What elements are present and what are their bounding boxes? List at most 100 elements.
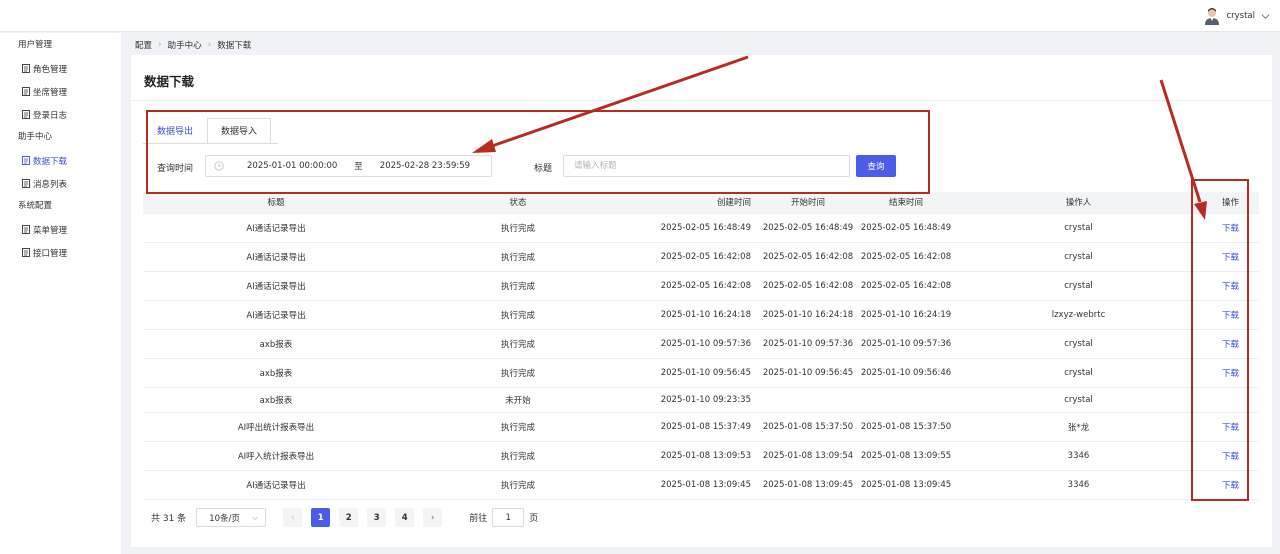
column-header: 标题: [143, 192, 409, 214]
download-link[interactable]: 下载: [1202, 213, 1259, 243]
chevron-right-icon: ›: [207, 40, 212, 50]
table-cell: crystal: [955, 387, 1202, 413]
sidebar-item-menus[interactable]: 菜单管理: [0, 218, 121, 241]
tab-bar: 数据导出 数据导入: [143, 118, 272, 144]
title-search-input[interactable]: [563, 155, 850, 177]
table-cell: 2025-01-08 15:37:50: [759, 412, 857, 442]
table-cell: 3346: [955, 470, 1202, 500]
title-label: 标题: [534, 164, 553, 174]
column-header: 操作: [1202, 192, 1259, 214]
data-table: 标题 状态 创建时间 开始时间 结束时间 操作人 操作 AI通话记录导出 执行完成…: [143, 192, 1259, 500]
download-link[interactable]: 下载: [1202, 329, 1259, 359]
divider: [131, 100, 1272, 101]
sidebar-item-label: 坐席管理: [33, 87, 68, 98]
table-cell: AI呼出统计报表导出: [143, 412, 409, 442]
page-button[interactable]: 4: [395, 508, 415, 527]
page-size-select[interactable]: 10条/页: [196, 508, 267, 527]
prev-page-button[interactable]: ‹: [283, 508, 303, 527]
download-link[interactable]: 下载: [1202, 412, 1259, 442]
table-cell: crystal: [955, 242, 1202, 272]
query-time-label: 查询时间: [157, 164, 194, 174]
table-cell: 2025-01-10 09:57:36: [627, 329, 759, 359]
document-icon: [22, 110, 30, 119]
table-cell: 2025-02-05 16:42:08: [627, 242, 759, 272]
table-cell: 2025-02-05 16:42:08: [759, 242, 857, 272]
table-row: axb报表 未开始 2025-01-10 09:23:35 crystal: [143, 387, 1259, 413]
table-cell: 执行完成: [409, 213, 627, 243]
table-cell: 2025-02-05 16:48:49: [857, 213, 955, 243]
table-row: AI通话记录导出 执行完成 2025-01-10 16:24:18 2025-01-1…: [143, 300, 1259, 330]
table-cell: 2025-01-10 16:24:19: [857, 300, 955, 330]
download-link[interactable]: 下载: [1202, 300, 1259, 330]
download-link[interactable]: 下载: [1202, 271, 1259, 301]
table-cell: axb报表: [143, 358, 409, 388]
sidebar: 用户管理 角色管理 坐席管理 登录日志 助手中心 数据下载 消息列表 系统配置 …: [0, 33, 121, 554]
page-suffix: 页: [529, 514, 539, 524]
table-cell: [759, 387, 857, 413]
page-title: 数据下载: [144, 74, 195, 89]
chevron-down-icon: [252, 516, 258, 520]
column-header: 结束时间: [857, 192, 955, 214]
end-date[interactable]: 2025-02-28 23:59:59: [380, 161, 470, 171]
table-cell: 2025-02-05 16:48:49: [759, 213, 857, 243]
download-link[interactable]: 下载: [1202, 441, 1259, 471]
table-cell: 2025-02-05 16:42:08: [759, 271, 857, 301]
page-button[interactable]: 1: [311, 508, 331, 527]
date-range-picker[interactable]: 2025-01-01 00:00:00 至 2025-02-28 23:59:5…: [205, 155, 492, 177]
table-cell: AI通话记录导出: [143, 470, 409, 500]
sidebar-item-label: 消息列表: [33, 179, 68, 190]
sidebar-item-seats[interactable]: 坐席管理: [0, 80, 121, 103]
breadcrumb: 配置 › 助手中心 › 数据下载: [135, 39, 251, 51]
total-count: 共 31 条: [151, 514, 187, 524]
query-button[interactable]: 查询: [856, 155, 896, 177]
table-row: AI通话记录导出 执行完成 2025-02-05 16:48:49 2025-02-0…: [143, 213, 1259, 243]
menu-group-assistant: 助手中心: [18, 132, 53, 142]
sidebar-item-data-download[interactable]: 数据下载: [0, 149, 121, 172]
goto-page-input[interactable]: [492, 508, 525, 527]
download-link[interactable]: 下载: [1202, 358, 1259, 388]
table-cell: 2025-02-05 16:42:08: [627, 271, 759, 301]
breadcrumb-item[interactable]: 配置: [135, 39, 152, 51]
table-cell: 2025-02-05 16:48:49: [627, 213, 759, 243]
table-row: AI通话记录导出 执行完成 2025-02-05 16:42:08 2025-02-0…: [143, 242, 1259, 272]
start-date[interactable]: 2025-01-01 00:00:00: [247, 161, 337, 171]
table-cell: 2025-01-08 13:09:45: [857, 470, 955, 500]
username: crystal: [1226, 11, 1255, 21]
table-cell: 2025-01-08 15:37:49: [627, 412, 759, 442]
download-link: [1202, 387, 1259, 413]
page-button[interactable]: 3: [367, 508, 387, 527]
table-row: axb报表 执行完成 2025-01-10 09:57:36 2025-01-10 0…: [143, 329, 1259, 359]
tab-data-import[interactable]: 数据导入: [207, 118, 272, 144]
sidebar-item-login-log[interactable]: 登录日志: [0, 103, 121, 126]
table-cell: 2025-01-08 15:37:50: [857, 412, 955, 442]
table-cell: 执行完成: [409, 412, 627, 442]
breadcrumb-item[interactable]: 助手中心: [168, 39, 202, 51]
table-row: axb报表 执行完成 2025-01-10 09:56:45 2025-01-10 0…: [143, 358, 1259, 388]
chevron-down-icon: [1261, 13, 1270, 19]
table-cell: crystal: [955, 329, 1202, 359]
clock-icon: [214, 161, 224, 171]
sidebar-item-apis[interactable]: 接口管理: [0, 241, 121, 264]
table-cell: AI通话记录导出: [143, 242, 409, 272]
table-cell: 2025-01-10 16:24:18: [759, 300, 857, 330]
tab-data-export[interactable]: 数据导出: [143, 118, 208, 144]
goto-page: 前往 页: [469, 508, 538, 527]
menu-group-system: 系统配置: [18, 201, 53, 211]
download-link[interactable]: 下载: [1202, 242, 1259, 272]
table-cell: 执行完成: [409, 300, 627, 330]
sidebar-item-messages[interactable]: 消息列表: [0, 172, 121, 195]
table-cell: AI通话记录导出: [143, 271, 409, 301]
range-separator: 至: [354, 162, 363, 172]
table-cell: 2025-01-08 13:09:54: [759, 441, 857, 471]
page-button[interactable]: 2: [339, 508, 359, 527]
user-menu[interactable]: crystal: [1204, 7, 1270, 25]
table-row: AI通话记录导出 执行完成 2025-02-05 16:42:08 2025-02-0…: [143, 271, 1259, 301]
goto-label: 前往: [469, 514, 488, 524]
sidebar-item-roles[interactable]: 角色管理: [0, 57, 121, 80]
column-header: 状态: [409, 192, 627, 214]
table-cell: axb报表: [143, 387, 409, 413]
sidebar-item-label: 数据下载: [33, 156, 68, 167]
next-page-button[interactable]: ›: [423, 508, 443, 527]
breadcrumb-item: 数据下载: [217, 41, 252, 51]
download-link[interactable]: 下载: [1202, 470, 1259, 500]
